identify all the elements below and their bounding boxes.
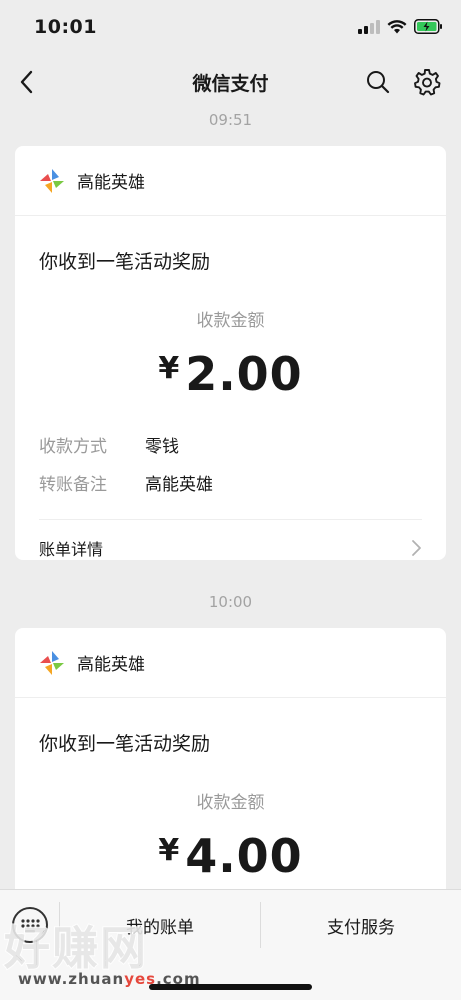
- tab-payment-services[interactable]: 支付服务: [261, 890, 461, 960]
- card-header[interactable]: 高能英雄: [15, 628, 446, 698]
- status-bar: 10:01: [0, 0, 461, 56]
- wifi-icon: [387, 20, 407, 34]
- payment-card: 高能英雄 你收到一笔活动奖励 收款金额 ¥4.00: [15, 628, 446, 928]
- brand-logo-icon: [40, 168, 64, 193]
- message-timestamp: 10:00: [208, 593, 253, 611]
- home-indicator: [149, 984, 312, 990]
- battery-charging-icon: [414, 19, 442, 34]
- currency-symbol: ¥: [158, 351, 180, 386]
- detail-row-transfer-note: 转账备注 高能英雄: [15, 463, 446, 501]
- nav-bar: 微信支付: [0, 56, 461, 108]
- card-headline: 你收到一笔活动奖励: [39, 733, 211, 755]
- brand-name: 高能英雄: [77, 655, 145, 675]
- bill-details-label: 账单详情: [39, 539, 104, 559]
- tab-my-bills[interactable]: 我的账单: [60, 890, 260, 960]
- currency-symbol: ¥: [158, 833, 180, 868]
- detail-value: 高能英雄: [145, 474, 213, 495]
- status-time: 10:01: [34, 16, 97, 38]
- keyboard-toggle-icon[interactable]: [12, 907, 48, 943]
- bill-details-link[interactable]: 账单详情: [39, 519, 422, 575]
- detail-row-payment-method: 收款方式 零钱: [15, 425, 446, 463]
- amount-label: 收款金额: [196, 793, 265, 813]
- card-headline: 你收到一笔活动奖励: [39, 251, 211, 273]
- cellular-signal-icon: [358, 19, 380, 34]
- amount-value: 4.00: [185, 829, 303, 883]
- search-icon[interactable]: [365, 69, 391, 95]
- page-title: 微信支付: [192, 73, 269, 95]
- detail-key: 收款方式: [39, 436, 107, 457]
- gear-icon[interactable]: [413, 68, 441, 96]
- amount: ¥2.00: [15, 347, 446, 403]
- detail-value: 零钱: [145, 436, 179, 457]
- amount: ¥4.00: [15, 829, 446, 885]
- message-timestamp: 09:51: [208, 111, 253, 129]
- chevron-right-icon: [412, 539, 421, 556]
- card-header[interactable]: 高能英雄: [15, 146, 446, 216]
- brand-logo-icon: [40, 650, 64, 675]
- status-icons: [358, 19, 443, 34]
- brand-name: 高能英雄: [77, 173, 145, 193]
- payment-card: 高能英雄 你收到一笔活动奖励 收款金额 ¥2.00 收款方式 零钱 转账备注 高…: [15, 146, 446, 560]
- amount-value: 2.00: [185, 347, 303, 401]
- detail-key: 转账备注: [39, 474, 107, 495]
- amount-label: 收款金额: [196, 311, 265, 331]
